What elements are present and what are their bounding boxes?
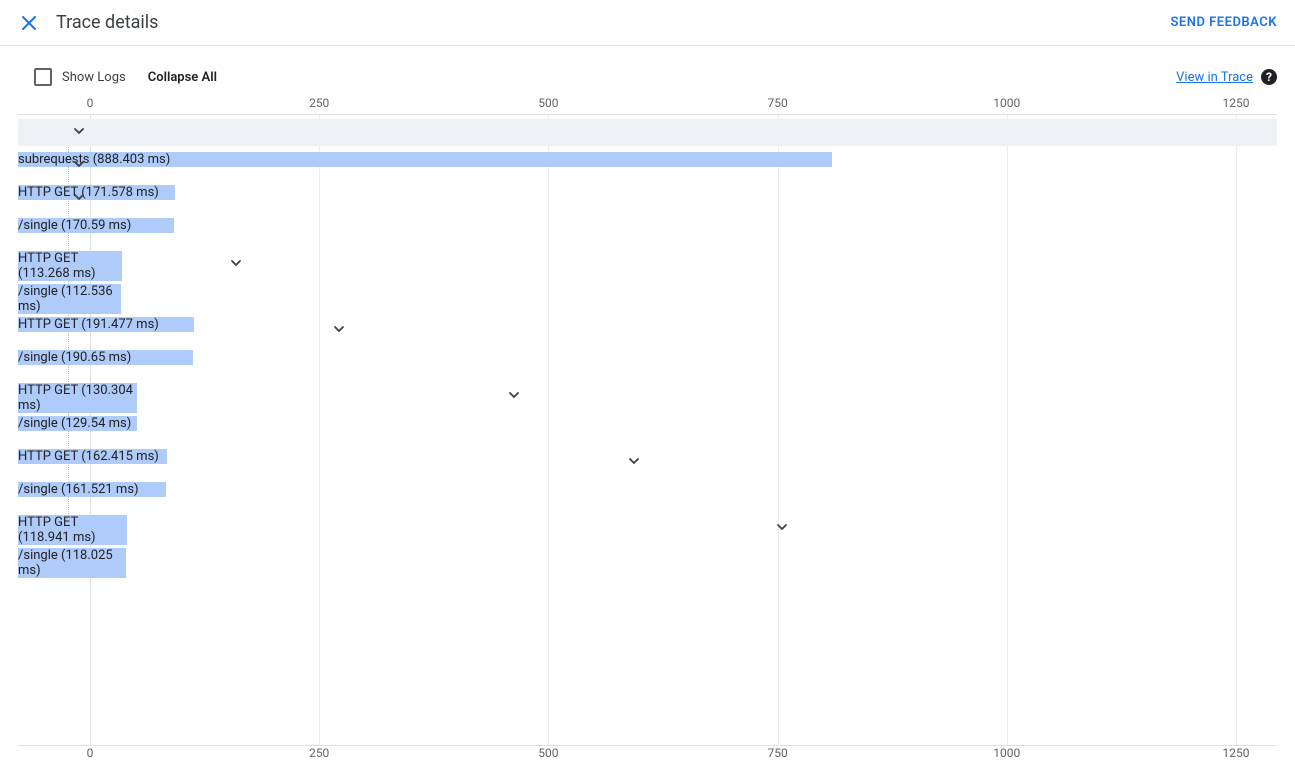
span-label: HTTP GET (171.578 ms)	[18, 185, 159, 200]
span-row: /single (112.536 ms)	[18, 284, 1277, 311]
span-row: HTTP GET (130.304 ms)	[18, 383, 1277, 410]
span-row: /multi (888.519 ms)	[18, 119, 1277, 146]
show-logs-checkbox[interactable]	[34, 68, 52, 86]
view-in-trace-link[interactable]: View in Trace	[1176, 70, 1253, 85]
span-label: HTTP GET (113.268 ms)	[18, 251, 96, 281]
chevron-down-icon[interactable]	[507, 388, 523, 404]
span-row: HTTP GET (191.477 ms)	[18, 317, 1277, 344]
span-bar[interactable]: HTTP GET (191.477 ms)	[18, 317, 194, 332]
axis-tick: 1000	[993, 96, 1020, 110]
span-row: HTTP GET (118.941 ms)	[18, 515, 1277, 542]
axis-tick: 500	[538, 96, 558, 110]
span-label: /single (190.65 ms)	[18, 350, 131, 365]
span-row: /single (118.025 ms)	[18, 548, 1277, 575]
span-bar[interactable]: HTTP GET (162.415 ms)	[18, 449, 167, 464]
page-header: Trace details SEND FEEDBACK	[0, 0, 1295, 46]
axis-tick: 250	[309, 746, 329, 760]
chevron-down-icon[interactable]	[627, 454, 643, 470]
chevron-down-icon[interactable]	[72, 190, 88, 206]
timeline-plot: /multi (888.519 ms) subrequests (888.403 …	[18, 114, 1277, 746]
span-bar[interactable]: subrequests (888.403 ms)	[18, 152, 832, 167]
axis-tick: 500	[538, 746, 558, 760]
span-row: HTTP GET (171.578 ms)	[18, 185, 1277, 212]
chevron-down-icon[interactable]	[72, 157, 88, 173]
axis-bottom: 0 250 500 750 1000 1250	[18, 746, 1277, 764]
collapse-all-button[interactable]: Collapse All	[148, 70, 217, 85]
chevron-down-icon[interactable]	[332, 322, 348, 338]
span-row: /single (190.65 ms)	[18, 350, 1277, 377]
span-row: /single (129.54 ms)	[18, 416, 1277, 443]
send-feedback-button[interactable]: SEND FEEDBACK	[1170, 15, 1277, 30]
span-row: HTTP GET (113.268 ms)	[18, 251, 1277, 278]
span-label: HTTP GET (118.941 ms)	[18, 515, 96, 545]
span-label: /single (129.54 ms)	[18, 416, 131, 431]
chevron-down-icon[interactable]	[72, 124, 88, 140]
axis-tick: 1250	[1223, 746, 1250, 760]
span-label: /single (118.025 ms)	[18, 548, 113, 578]
span-label: HTTP GET (130.304 ms)	[18, 383, 133, 413]
axis-top: 0 250 500 750 1000 1250	[18, 96, 1277, 114]
span-bar[interactable]: HTTP GET (171.578 ms)	[18, 185, 175, 200]
span-label: /single (170.59 ms)	[18, 218, 131, 233]
toolbar: Show Logs Collapse All View in Trace ?	[0, 46, 1295, 96]
span-row: subrequests (888.403 ms)	[18, 152, 1277, 179]
chevron-down-icon[interactable]	[775, 520, 791, 536]
span-bar[interactable]: /single (170.59 ms)	[18, 218, 174, 233]
row-highlight	[18, 119, 1277, 146]
span-row: /single (170.59 ms)	[18, 218, 1277, 245]
axis-tick: 1250	[1223, 96, 1250, 110]
axis-tick: 0	[87, 746, 94, 760]
page-title: Trace details	[56, 12, 158, 33]
span-bar[interactable]: /single (161.521 ms)	[18, 482, 166, 497]
axis-tick: 750	[767, 746, 787, 760]
close-icon[interactable]	[18, 12, 40, 34]
chevron-down-icon[interactable]	[229, 256, 245, 272]
show-logs-label: Show Logs	[62, 70, 126, 85]
span-bar[interactable]: /single (190.65 ms)	[18, 350, 193, 365]
span-bar[interactable]: HTTP GET (130.304 ms)	[18, 383, 137, 413]
span-label: HTTP GET (191.477 ms)	[18, 317, 159, 332]
span-label: HTTP GET (162.415 ms)	[18, 449, 159, 464]
span-label: subrequests (888.403 ms)	[18, 152, 170, 167]
help-icon[interactable]: ?	[1261, 69, 1277, 85]
span-bar[interactable]: /single (112.536 ms)	[18, 284, 121, 314]
span-bar[interactable]: /single (118.025 ms)	[18, 548, 126, 578]
axis-tick: 0	[87, 96, 94, 110]
span-row: HTTP GET (162.415 ms)	[18, 449, 1277, 476]
span-bar[interactable]: HTTP GET (113.268 ms)	[18, 251, 122, 281]
axis-tick: 750	[767, 96, 787, 110]
span-label: /single (161.521 ms)	[18, 482, 139, 497]
span-bar[interactable]: HTTP GET (118.941 ms)	[18, 515, 127, 545]
axis-tick: 1000	[993, 746, 1020, 760]
span-row: /single (161.521 ms)	[18, 482, 1277, 509]
axis-tick: 250	[309, 96, 329, 110]
trace-timeline-chart: 0 250 500 750 1000 1250 /multi (888.519 ms) su…	[18, 96, 1277, 764]
span-bar[interactable]: /single (129.54 ms)	[18, 416, 137, 431]
span-label: /single (112.536 ms)	[18, 284, 113, 314]
